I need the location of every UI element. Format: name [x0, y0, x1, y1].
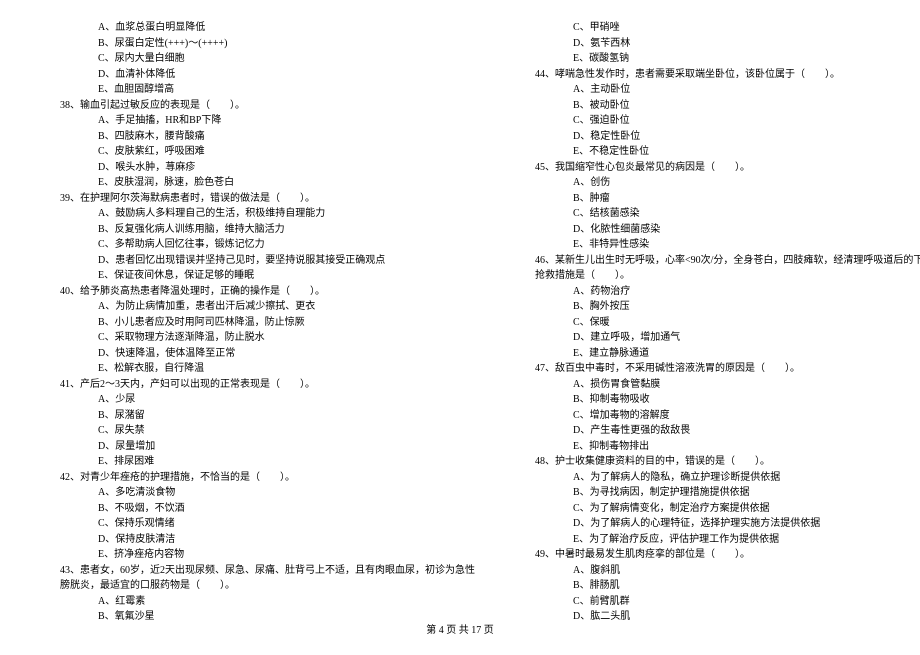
option: A、血浆总蛋白明显降低	[30, 20, 475, 36]
question-stem: 41、产后2～3天内，产妇可以出现的正常表现是（ ）。	[30, 377, 475, 393]
left-column: A、血浆总蛋白明显降低 B、尿蛋白定性(+++)～(++++) C、尿内大量白细…	[30, 20, 495, 625]
option: E、皮肤湿润，脉速，脸色苍白	[30, 175, 475, 191]
option: C、甲硝唑	[505, 20, 920, 36]
question-stem: 43、患者女，60岁，近2天出现尿频、尿急、尿痛、肚背弓上不适，且有肉眼血尿，初…	[30, 563, 475, 594]
question-stem: 40、给予肺炎高热患者降温处理时，正确的操作是（ ）。	[30, 284, 475, 300]
option: A、为了解病人的隐私，确立护理诊断提供依据	[505, 470, 920, 486]
option: B、四肢麻木，腰背酸痛	[30, 129, 475, 145]
option: C、为了解病情变化，制定治疗方案提供依据	[505, 501, 920, 517]
option: C、前臂肌群	[505, 594, 920, 610]
option: D、化脓性细菌感染	[505, 222, 920, 238]
option: C、结核菌感染	[505, 206, 920, 222]
stem-line2: 抢救措施是（ ）。	[535, 268, 920, 284]
option: A、损伤胃食管黏膜	[505, 377, 920, 393]
option: A、多吃清淡食物	[30, 485, 475, 501]
question-stem: 46、某新生儿出生时无呼吸，心率<90次/分，全身苍白，四肢瘫软，经清理呼吸道后…	[505, 253, 920, 284]
question-stem: 48、护士收集健康资料的目的中，错误的是（ ）。	[505, 454, 920, 470]
option: E、排尿困难	[30, 454, 475, 470]
option: D、稳定性卧位	[505, 129, 920, 145]
option: D、为了解病人的心理特征，选择护理实施方法提供依据	[505, 516, 920, 532]
option: A、少尿	[30, 392, 475, 408]
option: D、尿量增加	[30, 439, 475, 455]
option: D、喉头水肿，荨麻疹	[30, 160, 475, 176]
option: E、血胆固醇增高	[30, 82, 475, 98]
question-stem: 38、输血引起过敏反应的表现是（ ）。	[30, 98, 475, 114]
option: D、保持皮肤清洁	[30, 532, 475, 548]
question-stem: 39、在护理阿尔茨海默病患者时，错误的做法是（ ）。	[30, 191, 475, 207]
option: D、氨苄西林	[505, 36, 920, 52]
question-stem: 44、哮喘急性发作时，患者需要采取端坐卧位，该卧位属于（ ）。	[505, 67, 920, 83]
option: B、腓肠肌	[505, 578, 920, 594]
option: B、抑制毒物吸收	[505, 392, 920, 408]
option: A、为防止病情加重，患者出汗后减少擦拭、更衣	[30, 299, 475, 315]
option: B、为寻找病因，制定护理措施提供依据	[505, 485, 920, 501]
question-stem: 47、敌百虫中毒时，不采用碱性溶液洗胃的原因是（ ）。	[505, 361, 920, 377]
option: C、保暖	[505, 315, 920, 331]
option: B、小儿患者应及时用阿司匹林降温，防止惊厥	[30, 315, 475, 331]
question-stem: 42、对青少年痤疮的护理措施，不恰当的是（ ）。	[30, 470, 475, 486]
option: C、多帮助病人回忆往事，锻炼记忆力	[30, 237, 475, 253]
option: E、保证夜间休息，保证足够的睡眠	[30, 268, 475, 284]
option: C、增加毒物的溶解度	[505, 408, 920, 424]
option: B、肿瘤	[505, 191, 920, 207]
option: C、尿内大量白细胞	[30, 51, 475, 67]
question-stem: 49、中暑时最易发生肌肉痉挛的部位是（ ）。	[505, 547, 920, 563]
option: B、不吸烟，不饮酒	[30, 501, 475, 517]
option: E、非特异性感染	[505, 237, 920, 253]
option: D、产生毒性更强的敌敌畏	[505, 423, 920, 439]
option: D、血清补体降低	[30, 67, 475, 83]
option: D、建立呼吸，增加通气	[505, 330, 920, 346]
option: A、创伤	[505, 175, 920, 191]
option: A、药物治疗	[505, 284, 920, 300]
option: E、碳酸氢钠	[505, 51, 920, 67]
question-stem: 45、我国缩窄性心包炎最常见的病因是（ ）。	[505, 160, 920, 176]
option: A、红霉素	[30, 594, 475, 610]
exam-page: A、血浆总蛋白明显降低 B、尿蛋白定性(+++)～(++++) C、尿内大量白细…	[0, 0, 920, 655]
option: B、被动卧位	[505, 98, 920, 114]
option: D、快速降温，使体温降至正常	[30, 346, 475, 362]
option: A、腹斜肌	[505, 563, 920, 579]
option: A、主动卧位	[505, 82, 920, 98]
option: E、为了解治疗反应，评估护理工作为提供依据	[505, 532, 920, 548]
option: B、尿蛋白定性(+++)～(++++)	[30, 36, 475, 52]
option: C、保持乐观情绪	[30, 516, 475, 532]
right-column: C、甲硝唑 D、氨苄西林 E、碳酸氢钠 44、哮喘急性发作时，患者需要采取端坐卧…	[495, 20, 920, 625]
option: E、建立静脉通道	[505, 346, 920, 362]
option: C、皮肤紫红，呼吸困难	[30, 144, 475, 160]
option: E、不稳定性卧位	[505, 144, 920, 160]
option: B、尿潴留	[30, 408, 475, 424]
option: B、反复强化病人训练用脑，维持大脑活力	[30, 222, 475, 238]
option: E、挤净痤疮内容物	[30, 547, 475, 563]
page-footer: 第 4 页 共 17 页	[0, 621, 920, 636]
stem-line1: 43、患者女，60岁，近2天出现尿频、尿急、尿痛、肚背弓上不适，且有肉眼血尿，初…	[60, 565, 475, 576]
option: C、尿失禁	[30, 423, 475, 439]
option: B、胸外按压	[505, 299, 920, 315]
stem-line2: 膀胱炎，最适宜的口服药物是（ ）。	[60, 578, 475, 594]
option: A、手足抽搐，HR和BP下降	[30, 113, 475, 129]
option: C、采取物理方法逐渐降温，防止脱水	[30, 330, 475, 346]
option: E、抑制毒物排出	[505, 439, 920, 455]
option: C、强迫卧位	[505, 113, 920, 129]
option: D、患者回忆出现错误并坚持己见时，要坚持说服其接受正确观点	[30, 253, 475, 269]
option: A、鼓励病人多料理自己的生活，积极维持自理能力	[30, 206, 475, 222]
stem-line1: 46、某新生儿出生时无呼吸，心率<90次/分，全身苍白，四肢瘫软，经清理呼吸道后…	[535, 255, 920, 266]
option: E、松解衣服，自行降温	[30, 361, 475, 377]
